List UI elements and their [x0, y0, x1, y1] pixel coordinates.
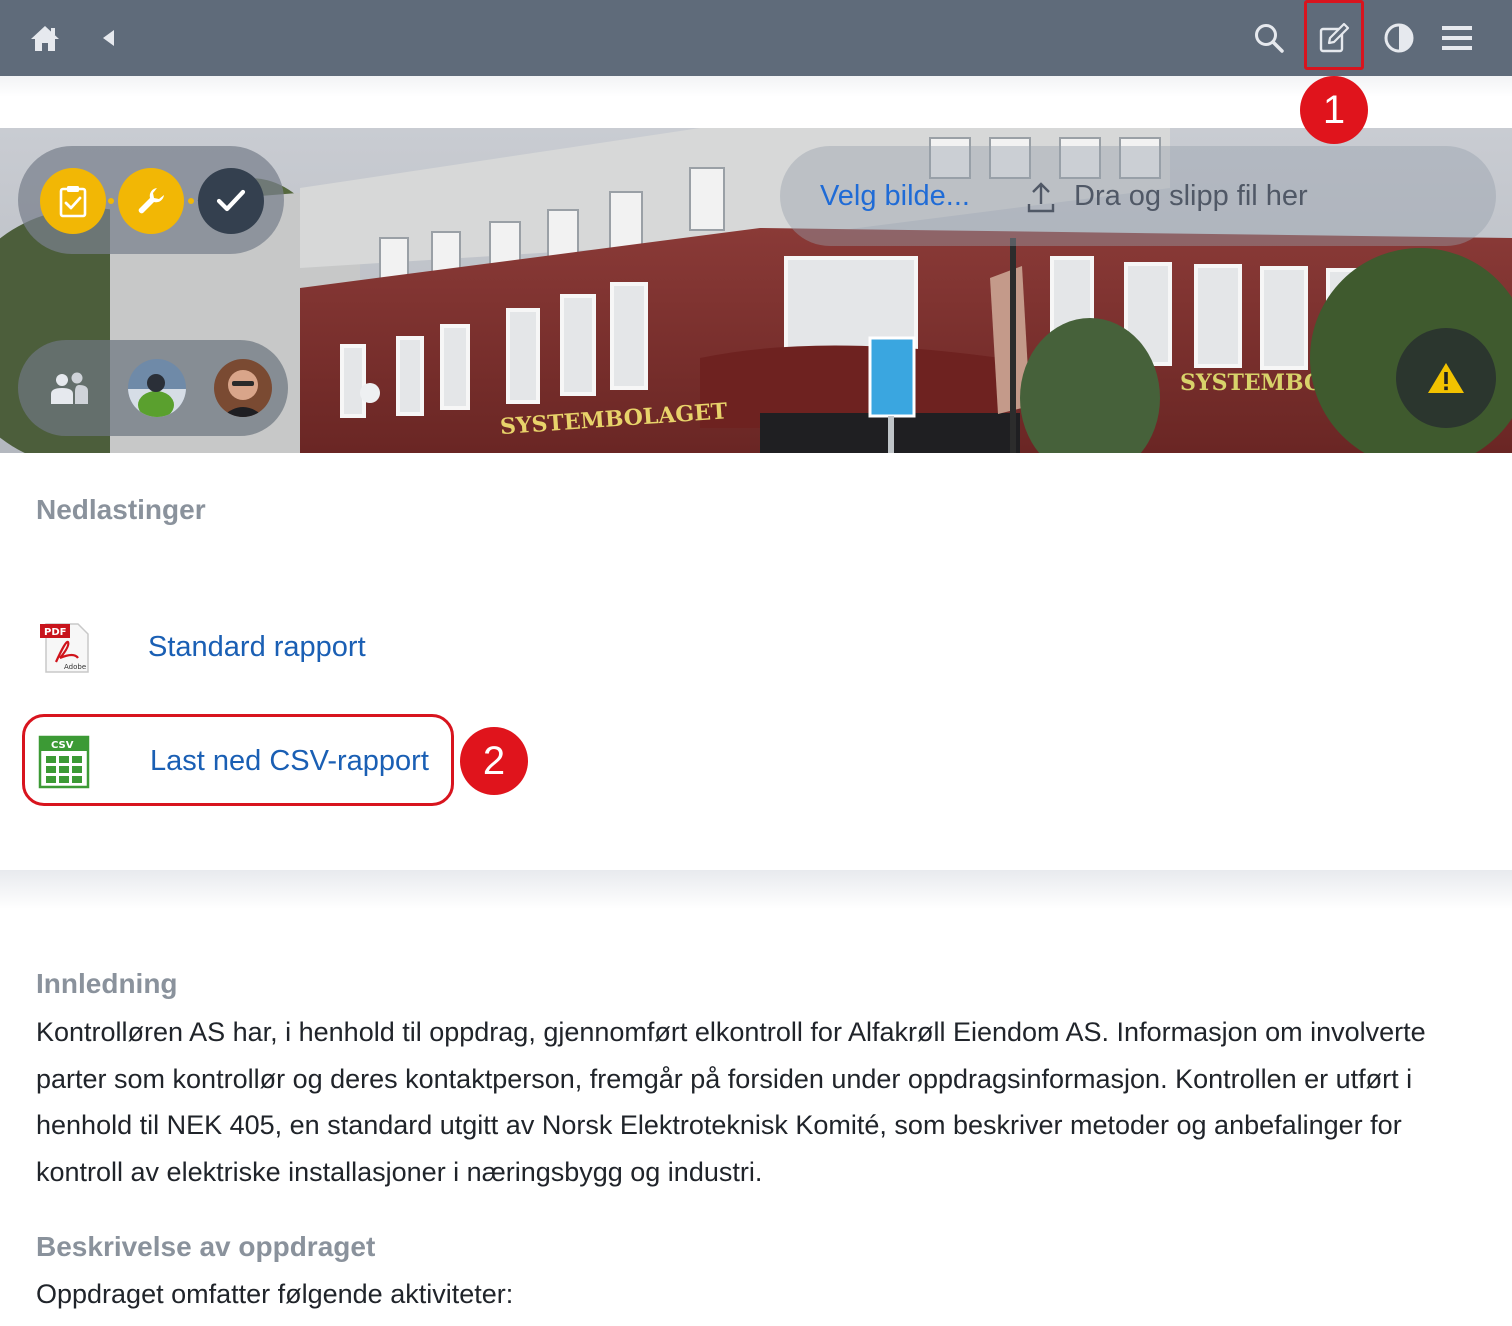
pdf-file-icon: PDF Adobe — [40, 623, 89, 673]
back-arrow-icon — [103, 30, 114, 46]
downloads-title: Nedlastinger — [36, 494, 206, 525]
download-standard-report[interactable]: PDF Adobe Standard rapport — [38, 622, 366, 674]
csv-report-link[interactable]: Last ned CSV-rapport — [150, 745, 429, 778]
step-connector — [188, 198, 194, 204]
upload-icon — [1027, 182, 1055, 213]
wrench-icon — [138, 188, 164, 214]
hamburger-menu-icon — [1442, 26, 1472, 50]
section-body-assignment: Oppdraget omfatter følgende aktiviteter: — [36, 1279, 514, 1309]
csv-file-icon: CSV — [38, 735, 90, 789]
home-icon — [31, 26, 59, 51]
avatar-photo — [128, 359, 186, 417]
step-inspection-button[interactable] — [118, 168, 184, 234]
step-complete-button[interactable] — [198, 168, 264, 234]
clipboard-check-icon — [59, 186, 87, 218]
section-title-intro: Innledning — [36, 968, 178, 999]
home-button[interactable] — [22, 0, 68, 76]
top-shadow-strip — [0, 76, 1512, 128]
avatar[interactable] — [214, 359, 272, 417]
section-body-intro: Kontrolløren AS har, i henhold til oppdr… — [36, 1017, 1426, 1187]
people-icon — [51, 372, 88, 404]
annotation-badge-2: 2 — [460, 727, 528, 795]
warning-icon — [1428, 363, 1464, 393]
drop-file-hint: Dra og slipp fil her — [1074, 180, 1308, 212]
svg-text:Adobe: Adobe — [64, 663, 86, 671]
edit-button[interactable] — [1304, 0, 1364, 76]
standard-report-link[interactable]: Standard rapport — [148, 631, 366, 664]
back-button[interactable] — [88, 0, 128, 76]
top-bar — [0, 0, 1512, 76]
contrast-icon — [1384, 23, 1414, 53]
avatar[interactable] — [128, 359, 186, 417]
search-icon — [1255, 24, 1284, 53]
choose-image-link[interactable]: Velg bilde... — [820, 180, 970, 213]
checkmark-icon — [216, 189, 246, 212]
contrast-button[interactable] — [1376, 0, 1422, 76]
section-divider — [0, 870, 1512, 926]
svg-text:PDF: PDF — [44, 627, 66, 638]
edit-note-icon — [1319, 22, 1350, 53]
avatar-photo — [214, 359, 272, 417]
menu-button[interactable] — [1434, 0, 1480, 76]
step-registration-button[interactable] — [40, 168, 106, 234]
annotation-badge-1: 1 — [1300, 76, 1368, 144]
svg-text:CSV: CSV — [51, 740, 74, 751]
warning-button[interactable] — [1396, 328, 1496, 428]
search-button[interactable] — [1246, 0, 1292, 76]
section-title-assignment: Beskrivelse av oppdraget — [36, 1231, 376, 1262]
step-connector — [108, 198, 114, 204]
download-csv-report[interactable]: CSV Last ned CSV-rapport — [38, 735, 429, 789]
